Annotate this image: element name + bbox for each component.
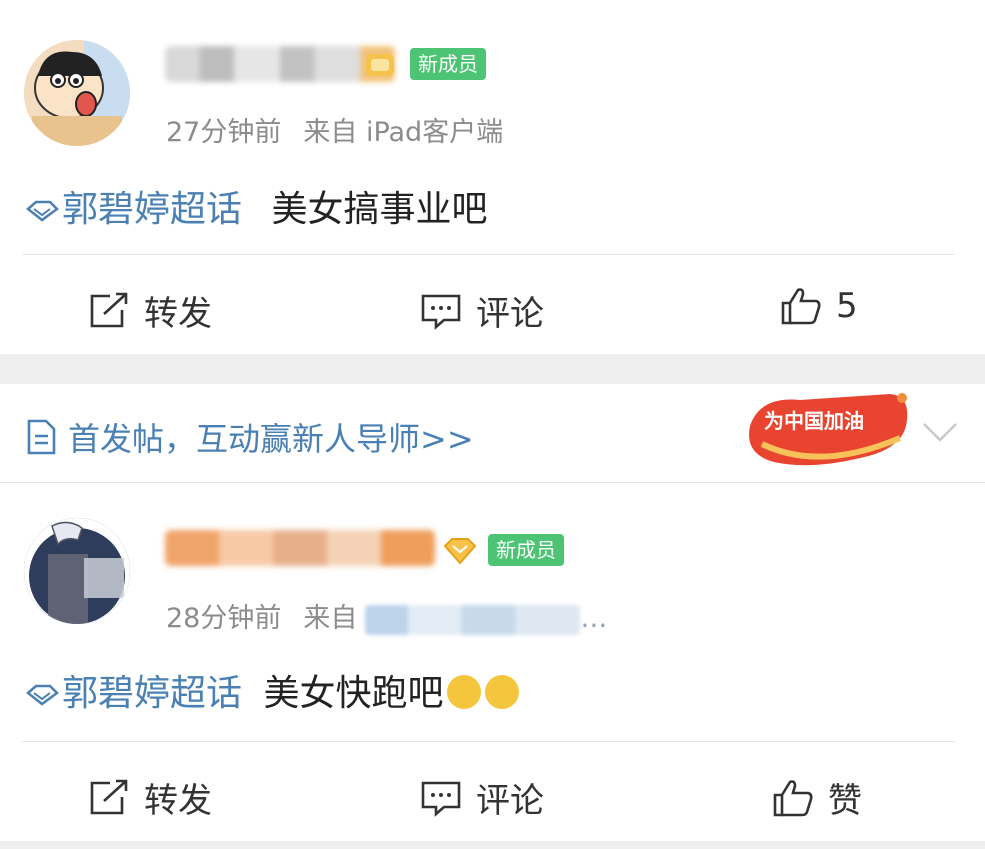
promo-text: 为中国加油 — [764, 409, 864, 433]
chevron-down-icon[interactable] — [920, 418, 960, 446]
like-button[interactable]: 赞 — [772, 773, 862, 822]
post-text: 美女搞事业吧 — [271, 189, 488, 230]
avatar[interactable] — [24, 40, 130, 146]
vip-crown-icon — [364, 50, 396, 78]
banner-link[interactable]: 首发帖，互动赢新人导师>> — [24, 414, 474, 460]
repost-button[interactable]: 转发 — [88, 286, 212, 335]
comment-button[interactable]: 评论 — [420, 773, 544, 822]
crying-emoji-icon — [447, 675, 482, 709]
promo-badge[interactable]: 为中国加油 — [740, 386, 916, 476]
crying-emoji-icon — [485, 675, 520, 709]
post-content: 郭碧婷超话 美女搞事业吧 — [24, 180, 487, 232]
post-source-tail: … — [580, 603, 608, 634]
repost-button[interactable]: 转发 — [88, 773, 212, 822]
avatar[interactable] — [24, 518, 130, 624]
post-meta: 28分钟前 来自 … — [166, 596, 607, 635]
member-badge: 新成员 — [488, 534, 564, 566]
post-time: 28分钟前 — [166, 603, 282, 634]
feed-post: 新成员 27分钟前 来自 iPad客户端 郭碧婷超话 美女搞事业吧 转发 评论 5 — [0, 0, 985, 354]
repost-icon — [90, 292, 128, 327]
topic-link[interactable]: 郭碧婷超话 — [24, 189, 242, 230]
like-thumb-icon — [773, 779, 813, 816]
post-meta: 27分钟前 来自 iPad客户端 — [166, 110, 503, 149]
post-text: 美女快跑吧 — [263, 673, 444, 714]
topic-diamond-icon — [26, 200, 59, 222]
post-source-prefix: 来自 — [303, 603, 358, 634]
comment-icon — [421, 294, 461, 330]
username-blurred[interactable] — [165, 530, 435, 566]
document-icon — [27, 419, 56, 455]
member-badge: 新成员 — [410, 48, 486, 80]
divider — [0, 482, 985, 483]
comment-button[interactable]: 评论 — [420, 286, 544, 335]
post-content: 郭碧婷超话 美女快跑吧 — [24, 664, 520, 716]
username-blurred[interactable] — [165, 46, 395, 82]
topic-diamond-icon — [26, 684, 59, 706]
divider — [22, 254, 955, 255]
post-source-blurred — [365, 604, 581, 635]
topic-link[interactable]: 郭碧婷超话 — [24, 673, 242, 714]
comment-icon — [421, 781, 461, 817]
vip-crown-icon — [443, 536, 477, 565]
repost-icon — [90, 779, 128, 814]
feed-post: 新成员 28分钟前 来自 … 郭碧婷超话 美女快跑吧 转发 评论 赞 — [0, 486, 985, 841]
section-separator — [0, 841, 985, 849]
section-separator — [0, 354, 985, 384]
post-time: 27分钟前 — [166, 117, 282, 148]
post-source: 来自 iPad客户端 — [303, 117, 504, 148]
divider — [22, 741, 955, 742]
like-button[interactable]: 5 — [780, 286, 858, 326]
like-thumb-icon — [781, 288, 821, 325]
